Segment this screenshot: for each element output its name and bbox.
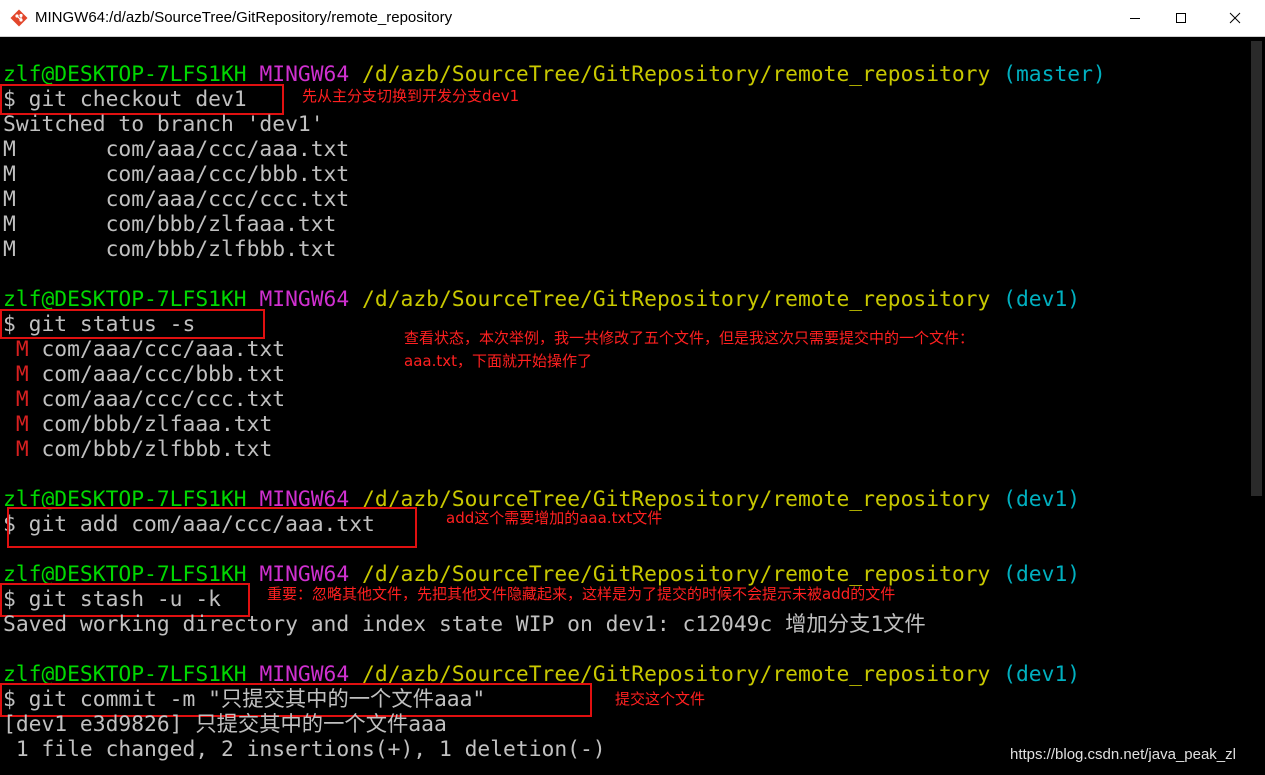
status-line: M com/aaa/ccc/bbb.txt <box>3 362 285 387</box>
prompt-branch: (dev1) <box>1003 487 1081 512</box>
status-file: com/aaa/ccc/ccc.txt <box>41 387 286 412</box>
annotation-note: 查看状态，本次举例，我一共修改了五个文件，但是我这次只需要提交中的一个文件： <box>404 329 975 347</box>
output-line: M com/bbb/zlfaaa.txt <box>3 212 337 237</box>
output-line: M com/bbb/zlfbbb.txt <box>3 237 337 262</box>
status-line: M com/bbb/zlfbbb.txt <box>3 437 272 462</box>
maximize-icon <box>1175 9 1187 28</box>
highlight-box <box>0 84 284 115</box>
prompt-branch: (dev1) <box>1003 562 1081 587</box>
title-bar[interactable]: MINGW64:/d/azb/SourceTree/GitRepository/… <box>0 0 1265 37</box>
status-file: com/aaa/ccc/aaa.txt <box>41 337 286 362</box>
modified-flag: M <box>15 387 29 412</box>
output-line: [dev1 e3d9826] 只提交其中的一个文件aaa <box>3 712 447 737</box>
close-button[interactable] <box>1212 0 1258 36</box>
annotation-note: 提交这个文件 <box>615 690 706 708</box>
terminal-window: MINGW64:/d/azb/SourceTree/GitRepository/… <box>0 0 1265 775</box>
output-line: M com/aaa/ccc/ccc.txt <box>3 187 350 212</box>
scrollbar-thumb[interactable] <box>1251 41 1262 496</box>
status-file: com/bbb/zlfaaa.txt <box>41 412 273 437</box>
prompt-branch: (dev1) <box>1003 662 1081 687</box>
status-file: com/bbb/zlfbbb.txt <box>41 437 273 462</box>
modified-flag: M <box>15 337 29 362</box>
highlight-box <box>7 507 417 548</box>
prompt-path: /d/azb/SourceTree/GitRepository/remote_r… <box>362 287 991 312</box>
output-line: M com/aaa/ccc/aaa.txt <box>3 137 350 162</box>
status-line: M com/bbb/zlfaaa.txt <box>3 412 272 437</box>
output-line: M com/aaa/ccc/bbb.txt <box>3 162 350 187</box>
modified-flag: M <box>15 362 29 387</box>
watermark-text: https://blog.csdn.net/java_peak_zl <box>1010 746 1236 763</box>
highlight-box <box>0 309 265 339</box>
prompt-branch: (dev1) <box>1003 287 1081 312</box>
status-file: com/aaa/ccc/bbb.txt <box>41 362 286 387</box>
minimize-button[interactable] <box>1112 0 1158 36</box>
window-title: MINGW64:/d/azb/SourceTree/GitRepository/… <box>35 9 453 26</box>
minimize-icon <box>1129 9 1141 28</box>
modified-flag: M <box>15 437 29 462</box>
output-line: 1 file changed, 2 insertions(+), 1 delet… <box>3 737 606 762</box>
status-line: M com/aaa/ccc/ccc.txt <box>3 387 285 412</box>
annotation-note: add这个需要增加的aaa.txt文件 <box>446 509 663 527</box>
output-line: Saved working directory and index state … <box>3 612 926 637</box>
output-line: Switched to branch 'dev1' <box>3 112 324 137</box>
terminal-output[interactable]: zlf@DESKTOP-7LFS1KH MINGW64 /d/azb/Sourc… <box>0 37 1248 775</box>
close-icon <box>1229 9 1241 28</box>
maximize-button[interactable] <box>1158 0 1204 36</box>
git-bash-icon <box>10 9 28 27</box>
prompt-branch: (master) <box>1003 62 1106 87</box>
annotation-note: aaa.txt，下面就开始操作了 <box>404 352 592 370</box>
annotation-note: 先从主分支切换到开发分支dev1 <box>302 87 520 105</box>
prompt-path: /d/azb/SourceTree/GitRepository/remote_r… <box>362 62 991 87</box>
modified-flag: M <box>15 412 29 437</box>
prompt-env: MINGW64 <box>259 287 350 312</box>
annotation-note: 重要：忽略其他文件，先把其他文件隐藏起来，这样是为了提交的时候不会提示未被add… <box>267 585 896 603</box>
vertical-scrollbar[interactable] <box>1248 37 1265 775</box>
status-line: M com/aaa/ccc/aaa.txt <box>3 337 285 362</box>
